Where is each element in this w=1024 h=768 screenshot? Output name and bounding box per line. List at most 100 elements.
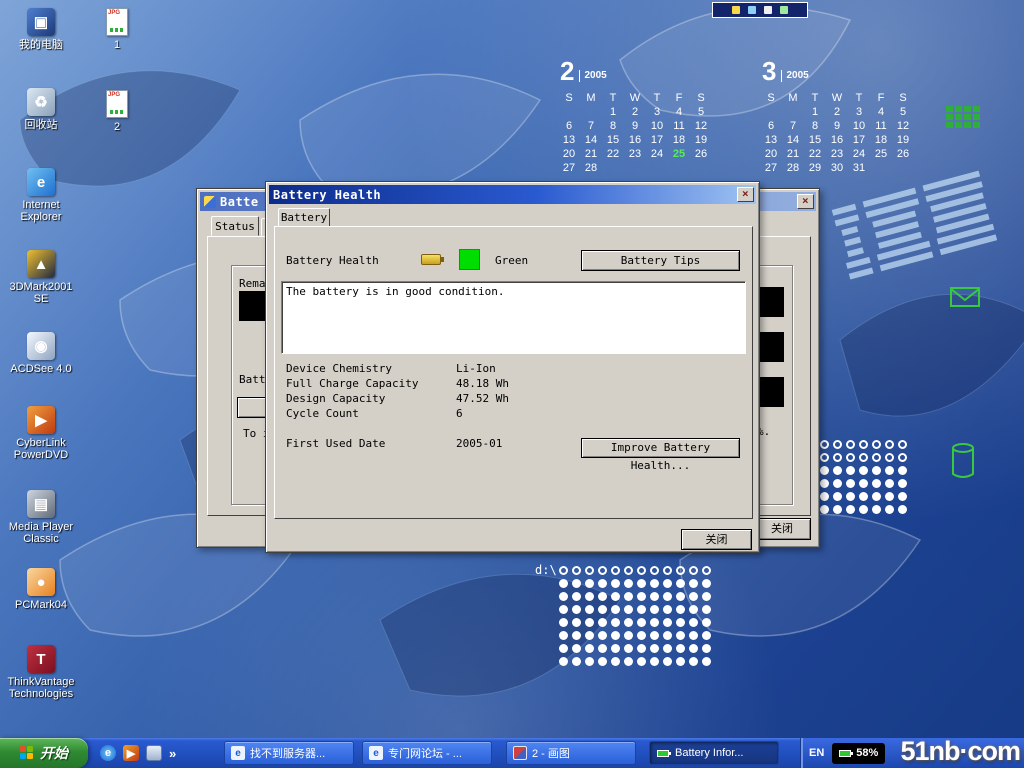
taskbar-task-4[interactable]: Battery Infor...	[649, 741, 779, 765]
calendar-day: 6	[760, 120, 782, 134]
calendar-day: 28	[782, 162, 804, 176]
keyboard-icon[interactable]	[780, 6, 788, 14]
taskbar-task-2[interactable]: e专门网论坛 - ...	[362, 741, 492, 765]
field-label: Cycle Count	[286, 407, 456, 422]
calendar-year: 2005	[579, 70, 606, 82]
chevron-icon[interactable]: »	[169, 746, 176, 761]
calendar-day: 27	[558, 162, 580, 176]
dot	[702, 566, 711, 575]
dot	[559, 566, 568, 575]
desktop-icon-label: ThinkVantage Technologies	[2, 676, 80, 700]
dot	[702, 657, 711, 666]
dot	[702, 605, 711, 614]
dot	[559, 579, 568, 588]
dot	[846, 440, 855, 449]
calendar-day: 25	[668, 148, 690, 162]
calendar-dow: M	[782, 92, 804, 106]
show-desktop-icon[interactable]	[146, 745, 162, 761]
tray-battery-indicator[interactable]: 58%	[832, 743, 885, 764]
field-label: First Used Date	[286, 437, 456, 452]
desktop-icon-thinkvantage-technologies[interactable]: TThinkVantage Technologies	[2, 645, 80, 700]
calendar-day: 11	[668, 120, 690, 134]
desktop-icon-cyberlink-powerdvd[interactable]: ▶CyberLink PowerDVD	[2, 406, 80, 461]
display-icon[interactable]	[764, 6, 772, 14]
dot	[650, 644, 659, 653]
desktop-file-2[interactable]: JPG2	[92, 90, 142, 133]
battery-tips-button[interactable]: Battery Tips	[581, 250, 740, 271]
dot	[820, 492, 829, 501]
dot	[820, 479, 829, 488]
dot	[598, 566, 607, 575]
dot	[676, 592, 685, 601]
battery-health-dialog: Battery Health × Battery Battery Health …	[265, 181, 760, 553]
desktop-icon-label: Media Player Classic	[2, 521, 80, 545]
desktop-icon-internet-explorer[interactable]: eInternet Explorer	[2, 168, 80, 223]
dot	[663, 566, 672, 575]
desktop-icon-acdsee-40[interactable]: ◉ACDSee 4.0	[2, 332, 80, 375]
calendar-dow: T	[646, 92, 668, 106]
calendar-day: 27	[760, 162, 782, 176]
3dmark2001-se-icon: ▲	[27, 250, 55, 278]
dot	[624, 657, 633, 666]
dot	[689, 657, 698, 666]
dot	[689, 605, 698, 614]
brightness-icon[interactable]	[748, 6, 756, 14]
health-label: Battery Health	[286, 254, 379, 267]
calendar-day	[624, 162, 646, 176]
desktop-file-1[interactable]: JPG1	[92, 8, 142, 51]
dot	[898, 479, 907, 488]
volume-icon[interactable]	[732, 6, 740, 14]
desktop-icon-my-computer[interactable]: ▣ 我的电脑	[2, 8, 80, 51]
dot	[846, 505, 855, 514]
taskbar-task-3[interactable]: 2 - 画图	[506, 741, 636, 765]
my-computer-icon: ▣	[27, 8, 55, 36]
dot	[833, 466, 842, 475]
dialog-titlebar[interactable]: Battery Health ×	[269, 185, 756, 204]
bg-window-close-button[interactable]: 关闭	[753, 518, 811, 540]
dot	[885, 505, 894, 514]
dialog-close-button[interactable]: 关闭	[681, 529, 752, 550]
calendar-day: 22	[602, 148, 624, 162]
dialog-close-icon[interactable]: ×	[737, 187, 754, 202]
taskbar-task-1[interactable]: e找不到服务器...	[224, 741, 354, 765]
field-label: Device Chemistry	[286, 362, 456, 377]
start-button[interactable]: 开始	[0, 738, 88, 768]
dot	[650, 566, 659, 575]
dot	[598, 631, 607, 640]
field-value: 6	[456, 407, 463, 422]
desktop-icon-recycle-bin[interactable]: ♻回收站	[2, 88, 80, 131]
condition-textbox[interactable]: The battery is in good condition.	[281, 281, 746, 354]
recycle-bin-icon: ♻	[27, 88, 55, 116]
dot	[898, 440, 907, 449]
internet-explorer-icon: e	[27, 168, 55, 196]
jpg-file-icon: JPG	[106, 90, 128, 118]
calendar-day	[760, 106, 782, 120]
internet-explorer-icon[interactable]: e	[100, 745, 116, 761]
desktop-icon-label: CyberLink PowerDVD	[2, 437, 80, 461]
desktop-icon-label: 我的电脑	[2, 39, 80, 51]
tab-battery[interactable]: Battery	[278, 208, 330, 227]
desktop-icon-pcmark04[interactable]: ●PCMark04	[2, 568, 80, 611]
dot	[702, 644, 711, 653]
media-player-icon[interactable]: ▶	[123, 745, 139, 761]
dot	[820, 505, 829, 514]
envelope-icon	[951, 288, 979, 306]
bg-window-close-icon[interactable]: ×	[797, 194, 814, 209]
calendar-day: 3	[848, 106, 870, 120]
dot	[846, 479, 855, 488]
improve-battery-health-button[interactable]: Improve Battery Health...	[581, 438, 740, 458]
desktop-icon-label: 3DMark2001 SE	[2, 281, 80, 305]
dot	[872, 492, 881, 501]
dot	[611, 631, 620, 640]
calendar-day: 6	[558, 120, 580, 134]
calendar-day: 25	[870, 148, 892, 162]
osd-toolbar[interactable]	[712, 2, 808, 18]
language-indicator[interactable]: EN	[809, 747, 824, 759]
desktop-icon-media-player-classic[interactable]: ▤Media Player Classic	[2, 490, 80, 545]
tab-status[interactable]: Status	[211, 216, 259, 236]
desktop-icon-3dmark2001-se[interactable]: ▲ 3DMark2001 SE	[2, 250, 80, 305]
ibm-logo	[832, 171, 997, 280]
dot	[885, 453, 894, 462]
dot	[598, 618, 607, 627]
dot	[663, 579, 672, 588]
